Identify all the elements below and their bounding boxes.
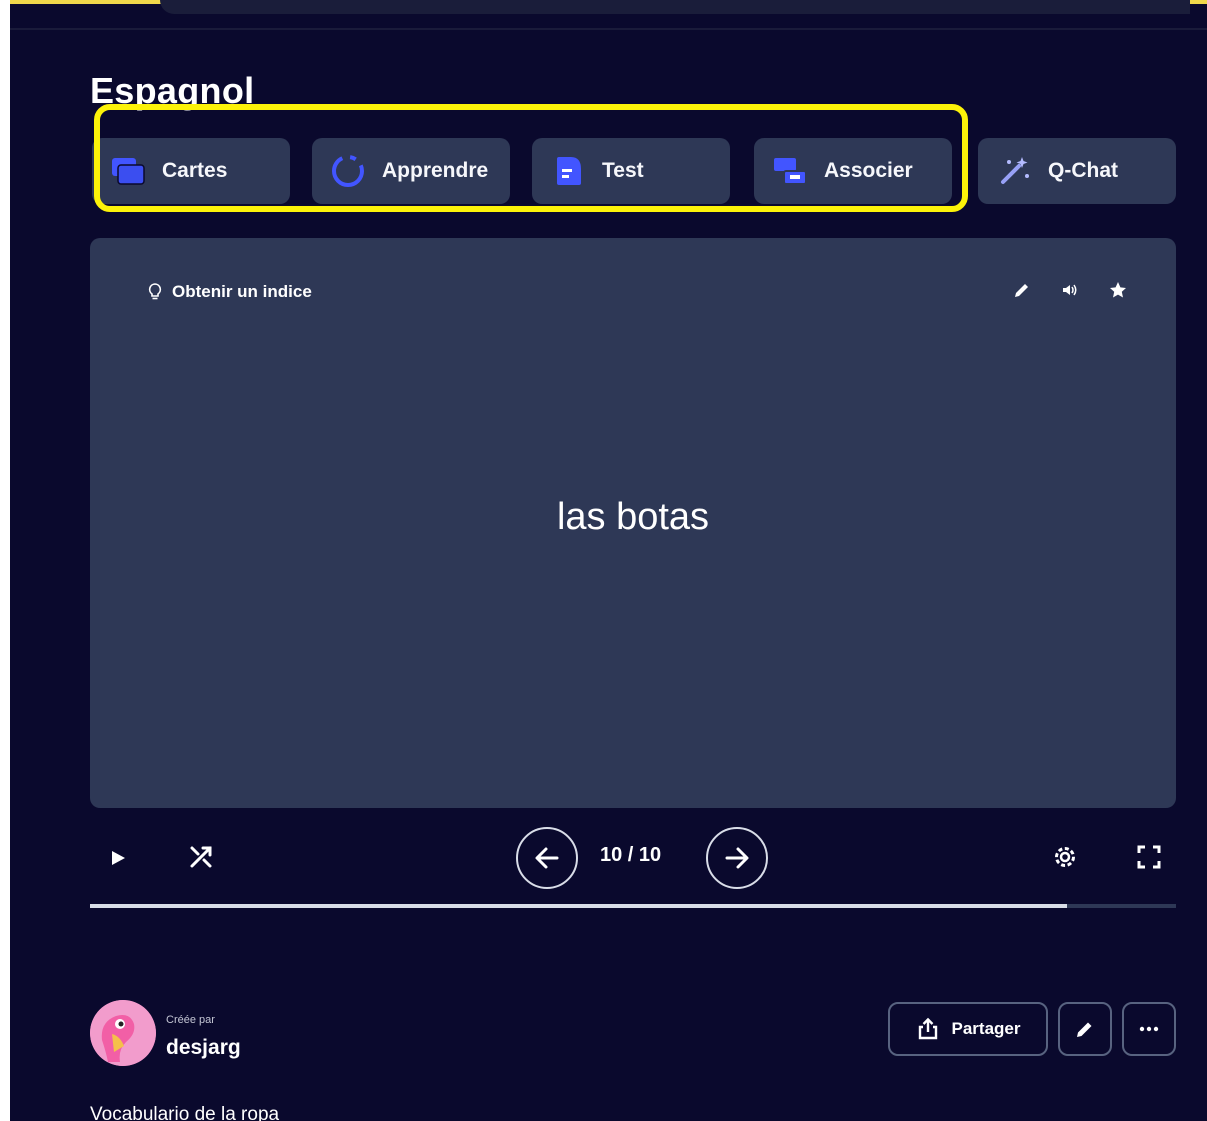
play-icon[interactable] xyxy=(104,844,132,872)
top-nav-bar xyxy=(160,0,1190,14)
more-options-button[interactable] xyxy=(1122,1002,1176,1056)
app-window: Espagnol Cartes Apprendre Test Associer … xyxy=(10,0,1207,1121)
mode-label: Associer xyxy=(824,159,913,182)
flashcard[interactable]: Obtenir un indice las botas xyxy=(90,238,1176,808)
magic-wand-icon xyxy=(996,153,1032,189)
mode-button-apprendre[interactable]: Apprendre xyxy=(312,138,510,204)
avatar[interactable] xyxy=(90,1000,156,1066)
settings-gear-icon[interactable] xyxy=(1050,842,1080,872)
arrow-left-icon xyxy=(535,847,559,869)
fullscreen-icon[interactable] xyxy=(1134,842,1164,872)
mode-label: Q-Chat xyxy=(1048,159,1118,182)
pencil-icon xyxy=(1077,1022,1092,1037)
audio-icon[interactable] xyxy=(1060,280,1080,300)
previous-card-button[interactable] xyxy=(516,827,578,889)
card-controls: 10 / 10 xyxy=(90,820,1176,895)
mode-button-test[interactable]: Test xyxy=(532,138,730,204)
hint-label: Obtenir un indice xyxy=(172,282,312,301)
test-icon xyxy=(550,153,586,189)
mode-button-qchat[interactable]: Q-Chat xyxy=(978,138,1176,204)
creator-username[interactable]: desjarg xyxy=(166,1036,241,1060)
edit-set-button[interactable] xyxy=(1058,1002,1112,1056)
star-icon[interactable] xyxy=(1108,280,1128,300)
share-icon xyxy=(918,1017,937,1040)
flashcards-icon xyxy=(110,153,146,189)
mode-button-associer[interactable]: Associer xyxy=(754,138,952,204)
created-by-label: Créée par xyxy=(166,1014,215,1026)
next-card-button[interactable] xyxy=(706,827,768,889)
edit-icon[interactable] xyxy=(1012,280,1032,300)
mode-label: Apprendre xyxy=(382,159,489,182)
share-label: Partager xyxy=(951,1019,1021,1038)
mode-label: Cartes xyxy=(162,159,228,182)
mode-button-cartes[interactable]: Cartes xyxy=(92,138,290,204)
page-title: Espagnol xyxy=(90,70,255,111)
progress-bar-fill xyxy=(90,904,1068,908)
lightbulb-icon xyxy=(148,283,162,300)
card-counter: 10 / 10 xyxy=(600,844,662,866)
card-actions xyxy=(1012,280,1128,300)
set-description: Vocabulario de la ropa xyxy=(90,1104,280,1121)
card-term: las botas xyxy=(556,496,710,538)
match-icon xyxy=(772,153,808,189)
mode-label: Test xyxy=(602,159,644,182)
hint-button[interactable]: Obtenir un indice xyxy=(148,282,312,302)
more-horizontal-icon xyxy=(1139,1026,1159,1032)
learn-icon xyxy=(330,153,366,189)
share-button[interactable]: Partager xyxy=(888,1002,1048,1056)
progress-bar xyxy=(90,904,1176,908)
shuffle-icon[interactable] xyxy=(186,842,216,872)
header-divider xyxy=(10,28,1207,30)
arrow-right-icon xyxy=(725,847,749,869)
